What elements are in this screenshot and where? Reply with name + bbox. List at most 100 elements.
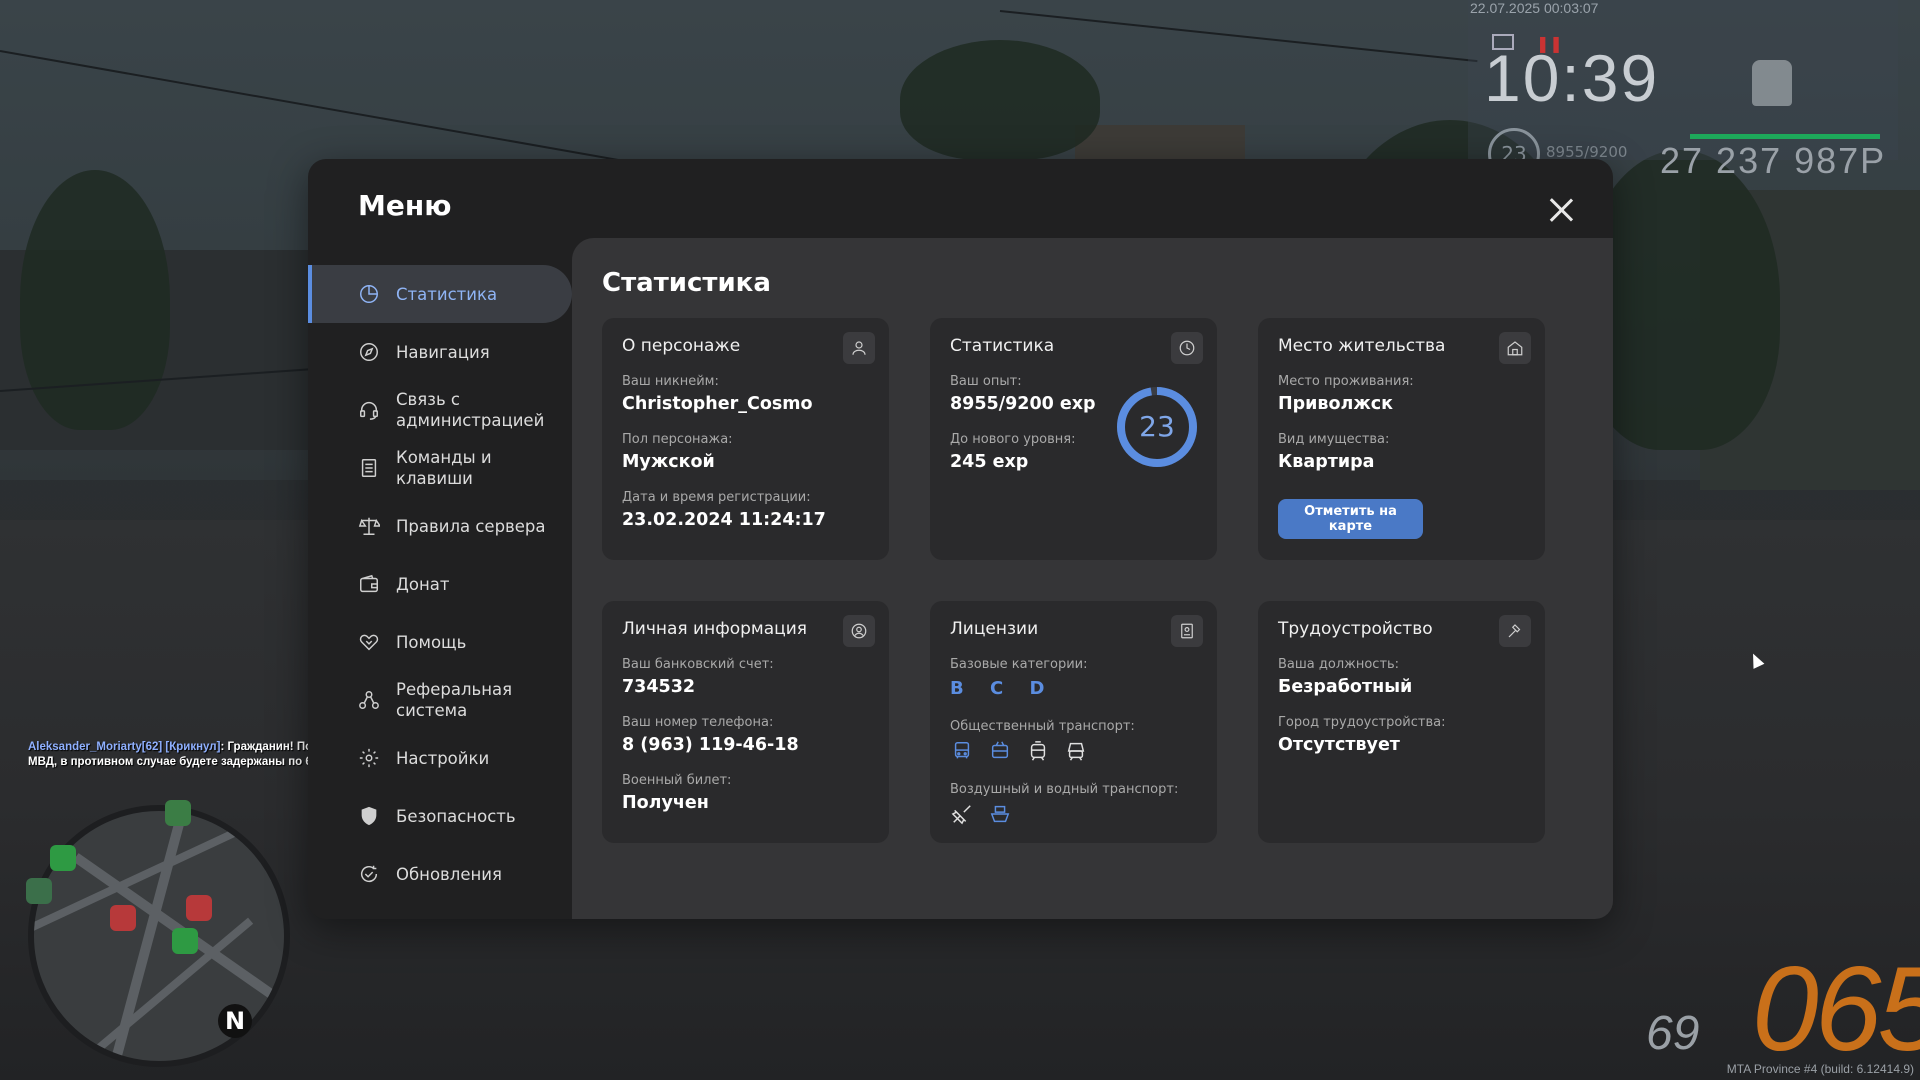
registration-label: Дата и время регистрации: bbox=[622, 490, 811, 505]
sidebar-item-updates[interactable]: Обновления bbox=[308, 845, 572, 903]
map-marker-icon bbox=[110, 905, 136, 931]
air-water-transport-label: Воздушный и водный транспорт: bbox=[950, 782, 1179, 797]
map-marker-icon bbox=[26, 878, 52, 904]
close-button[interactable] bbox=[1544, 193, 1578, 227]
sidebar-item-label: Безопасность bbox=[396, 806, 516, 826]
house-icon bbox=[1499, 332, 1531, 364]
sidebar-item-statistics[interactable]: Статистика bbox=[308, 265, 572, 323]
map-marker-icon bbox=[165, 800, 191, 826]
wallet-icon bbox=[358, 573, 380, 595]
handshake-icon bbox=[358, 631, 380, 653]
military-id-label: Военный билет: bbox=[622, 773, 732, 788]
sidebar-item-referral[interactable]: Реферальная система bbox=[308, 671, 572, 729]
pie-chart-icon bbox=[358, 283, 380, 305]
exp-value: 8955/9200 exp bbox=[950, 394, 1096, 414]
sidebar-item-commands[interactable]: Команды и клавиши bbox=[308, 439, 572, 497]
sidebar-item-rules[interactable]: Правила сервера bbox=[308, 497, 572, 555]
base-categories-value: B C D bbox=[950, 678, 1055, 699]
bus-icon bbox=[950, 739, 974, 763]
tree bbox=[900, 40, 1100, 160]
shield-icon bbox=[358, 805, 380, 827]
sidebar-item-label: Статистика bbox=[396, 284, 498, 304]
hud-date: 22.07.2025 00:03:07 bbox=[1470, 0, 1599, 16]
card-title: О персонаже bbox=[622, 336, 741, 356]
sidebar-item-donate[interactable]: Донат bbox=[308, 555, 572, 613]
referral-icon bbox=[358, 689, 380, 711]
user-icon bbox=[843, 332, 875, 364]
tree bbox=[20, 170, 170, 430]
sidebar-item-admin-contact[interactable]: Связь с администрацией bbox=[308, 381, 572, 439]
sidebar-item-label: Навигация bbox=[396, 342, 490, 362]
map-marker-icon bbox=[186, 895, 212, 921]
residence-place-label: Место проживания: bbox=[1278, 374, 1414, 389]
headset-icon bbox=[358, 399, 380, 421]
residence-place-value: Приволжск bbox=[1278, 394, 1394, 414]
sidebar-item-security[interactable]: Безопасность bbox=[308, 787, 572, 845]
sidebar-item-navigation[interactable]: Навигация bbox=[308, 323, 572, 381]
home-marker-icon bbox=[172, 928, 198, 954]
clock-pie-icon bbox=[1171, 332, 1203, 364]
gender-label: Пол персонажа: bbox=[622, 432, 733, 447]
sidebar-item-label: Команды и клавиши bbox=[396, 448, 492, 488]
property-type-label: Вид имущества: bbox=[1278, 432, 1390, 447]
tram-icon bbox=[1026, 739, 1050, 763]
menu-window: Меню Статистика Навигация Связь с админи… bbox=[308, 159, 1613, 919]
id-badge-icon bbox=[843, 615, 875, 647]
page-title: Статистика bbox=[602, 268, 771, 298]
north-indicator: N bbox=[218, 1004, 252, 1038]
card-title: Трудоустройство bbox=[1278, 619, 1433, 639]
sidebar-item-settings[interactable]: Настройки bbox=[308, 729, 572, 787]
job-value: Безработный bbox=[1278, 677, 1413, 697]
next-level-value: 245 exp bbox=[950, 452, 1029, 472]
gender-value: Мужской bbox=[622, 452, 715, 472]
mark-on-map-button[interactable]: Отметить на карте bbox=[1278, 499, 1423, 539]
hud-money: 27 237 987Р bbox=[1660, 140, 1887, 181]
menu-title: Меню bbox=[358, 189, 452, 222]
sidebar-item-label: Настройки bbox=[396, 748, 490, 768]
document-icon bbox=[358, 457, 380, 479]
job-city-label: Город трудоустройства: bbox=[1278, 715, 1446, 730]
job-label: Ваша должность: bbox=[1278, 657, 1400, 672]
build-info: MTA Province #4 (build: 6.12414.9) bbox=[1726, 1062, 1914, 1076]
public-transport-label: Общественный транспорт: bbox=[950, 719, 1135, 734]
bank-account-value: 734532 bbox=[622, 677, 696, 697]
personal-info-card: Личная информация Ваш банковский счет: 7… bbox=[602, 601, 889, 843]
level-value: 23 bbox=[1139, 410, 1175, 443]
next-level-label: До нового уровня: bbox=[950, 432, 1076, 447]
character-card: О персонаже Ваш никнейм: Christopher_Cos… bbox=[602, 318, 889, 560]
health-bar bbox=[1690, 134, 1880, 139]
card-title: Личная информация bbox=[622, 619, 808, 639]
refresh-check-icon bbox=[358, 863, 380, 885]
metro-icon bbox=[1064, 739, 1088, 763]
sidebar-item-help[interactable]: Помощь bbox=[308, 613, 572, 671]
plane-icon bbox=[950, 802, 974, 826]
hammer-icon bbox=[1499, 615, 1531, 647]
scales-icon bbox=[358, 515, 380, 537]
sidebar-item-label: Помощь bbox=[396, 632, 467, 652]
stats-card: Статистика Ваш опыт: 8955/9200 exp До но… bbox=[930, 318, 1217, 560]
phone-label: Ваш номер телефона: bbox=[622, 715, 774, 730]
trolleybus-icon bbox=[988, 739, 1012, 763]
sidebar-item-label: Обновления bbox=[396, 864, 502, 884]
exp-label: Ваш опыт: bbox=[950, 374, 1022, 389]
sidebar-item-label: Правила сервера bbox=[396, 516, 546, 536]
nickname-value: Christopher_Cosmo bbox=[622, 394, 813, 414]
employment-card: Трудоустройство Ваша должность: Безработ… bbox=[1258, 601, 1545, 843]
card-title: Статистика bbox=[950, 336, 1055, 356]
hud-time: 10:39 bbox=[1484, 41, 1660, 115]
public-transport-icons bbox=[950, 739, 1088, 763]
bank-account-label: Ваш банковский счет: bbox=[622, 657, 774, 672]
residence-card: Место жительства Место проживания: Приво… bbox=[1258, 318, 1545, 560]
boat-icon bbox=[988, 802, 1012, 826]
sidebar-item-label: Связь с администрацией bbox=[396, 390, 545, 430]
nickname-label: Ваш никнейм: bbox=[622, 374, 719, 389]
chat-nick: Aleksander_Moriarty[62] [Крикнул] bbox=[28, 741, 221, 753]
fuel-readout: 69 bbox=[1646, 1007, 1700, 1060]
property-type-value: Квартира bbox=[1278, 452, 1375, 472]
fist-icon bbox=[1752, 60, 1792, 106]
registration-value: 23.02.2024 11:24:17 bbox=[622, 510, 826, 530]
gear-icon bbox=[358, 747, 380, 769]
license-icon bbox=[1171, 615, 1203, 647]
phone-value: 8 (963) 119-46-18 bbox=[622, 735, 799, 755]
military-id-value: Получен bbox=[622, 793, 709, 813]
